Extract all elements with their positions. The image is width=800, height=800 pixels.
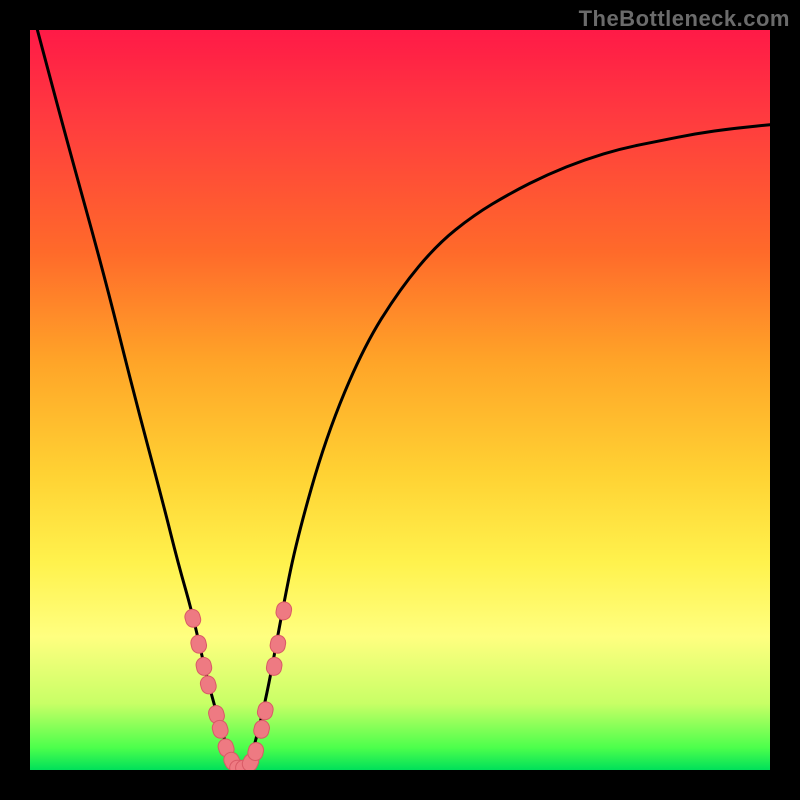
data-marker — [189, 634, 208, 655]
data-marker — [269, 634, 287, 654]
data-marker — [183, 608, 202, 629]
watermark-text: TheBottleneck.com — [579, 6, 790, 32]
data-marker — [275, 601, 293, 622]
data-marker — [195, 656, 214, 677]
bottleneck-chart — [30, 30, 770, 770]
data-marker — [265, 656, 283, 676]
data-marker — [252, 719, 271, 740]
plot-frame — [30, 30, 770, 770]
data-marker — [199, 674, 218, 695]
bottleneck-curve — [37, 30, 770, 770]
marker-layer — [183, 601, 293, 770]
data-marker — [256, 700, 275, 721]
curve-layer — [37, 30, 770, 770]
